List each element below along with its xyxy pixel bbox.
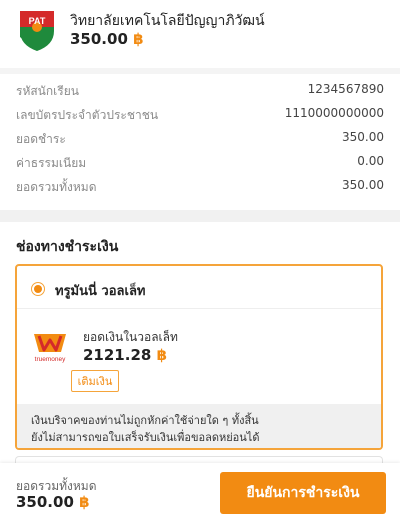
detail-label: ยอดรวมทั้งหมด [16, 180, 97, 194]
detail-value: 1110000000000 [284, 106, 384, 120]
note-line-1: เงินบริจาคของท่านไม่ถูกหักค่าใช้จ่ายใด ๆ… [31, 414, 259, 427]
note-line-2: ยังไม่สามารถขอใบเสร็จรับเงินเพื่อขอลดหย่… [31, 431, 260, 444]
detail-label: รหัสนักเรียน [16, 84, 79, 98]
footer-bar: ยอดรวมทั้งหมด 350.00 ฿ ยืนยันการชำระเงิน [0, 463, 400, 520]
payment-option-truemoney[interactable]: ทรูมันนี่ วอลเล็ท truemoney ยอดเงินในวอล… [15, 264, 383, 450]
detail-label: ค่าธรรมเนียม [16, 156, 87, 170]
payment-method-title: ช่องทางชำระเงิน [16, 239, 119, 255]
school-name: วิทยาลัยเทคโนโลยีปัญญาภิวัฒน์ [70, 13, 265, 29]
payment-details: รหัสนักเรียน 1234567890 เลขบัตรประจำตัวป… [0, 74, 400, 210]
footer-total-amount: 350.00 ฿ [16, 493, 90, 511]
header-amount: 350.00 ฿ [70, 30, 144, 48]
baht-symbol: ฿ [156, 346, 167, 364]
detail-label: ยอดชำระ [16, 132, 66, 146]
baht-symbol: ฿ [79, 493, 90, 511]
radio-selected-icon[interactable] [31, 282, 45, 296]
detail-label: เลขบัตรประจำตัวประชาชน [16, 108, 159, 122]
topup-button[interactable]: เติมเงิน [71, 370, 119, 392]
detail-row-total: ยอดรวมทั้งหมด 350.00 [16, 178, 384, 198]
detail-row-national-id: เลขบัตรประจำตัวประชาชน 1110000000000 [16, 106, 384, 126]
donation-note: เงินบริจาคของท่านไม่ถูกหักค่าใช้จ่ายใด ๆ… [17, 404, 381, 448]
header: PAT วิทยาลัยเทคโนโลยีปัญญาภิวัฒน์ 350.00… [0, 0, 400, 68]
detail-row-payment: ยอดชำระ 350.00 [16, 130, 384, 150]
detail-value: 1234567890 [307, 82, 384, 96]
confirm-payment-button[interactable]: ยืนยันการชำระเงิน [220, 472, 386, 514]
truemoney-logo-text: truemoney [35, 356, 66, 363]
baht-symbol: ฿ [133, 30, 144, 48]
school-logo: PAT [20, 11, 54, 51]
truemoney-logo-icon: truemoney [34, 334, 66, 363]
wallet-balance-label: ยอดเงินในวอลเล็ท [83, 330, 178, 344]
divider [17, 308, 381, 309]
detail-value: 350.00 [342, 130, 384, 144]
detail-value: 350.00 [342, 178, 384, 192]
detail-row-fee: ค่าธรรมเนียม 0.00 [16, 154, 384, 174]
footer-total-value: 350.00 [16, 493, 74, 511]
payment-method-name: ทรูมันนี่ วอลเล็ท [55, 284, 146, 299]
detail-row-student-id: รหัสนักเรียน 1234567890 [16, 82, 384, 102]
header-amount-value: 350.00 [70, 30, 128, 48]
wallet-balance-value: 2121.28 [83, 346, 152, 364]
wallet-balance-amount: 2121.28 ฿ [83, 346, 167, 364]
detail-value: 0.00 [357, 154, 384, 168]
section-divider [0, 210, 400, 222]
logo-letters: PAT [29, 16, 46, 26]
